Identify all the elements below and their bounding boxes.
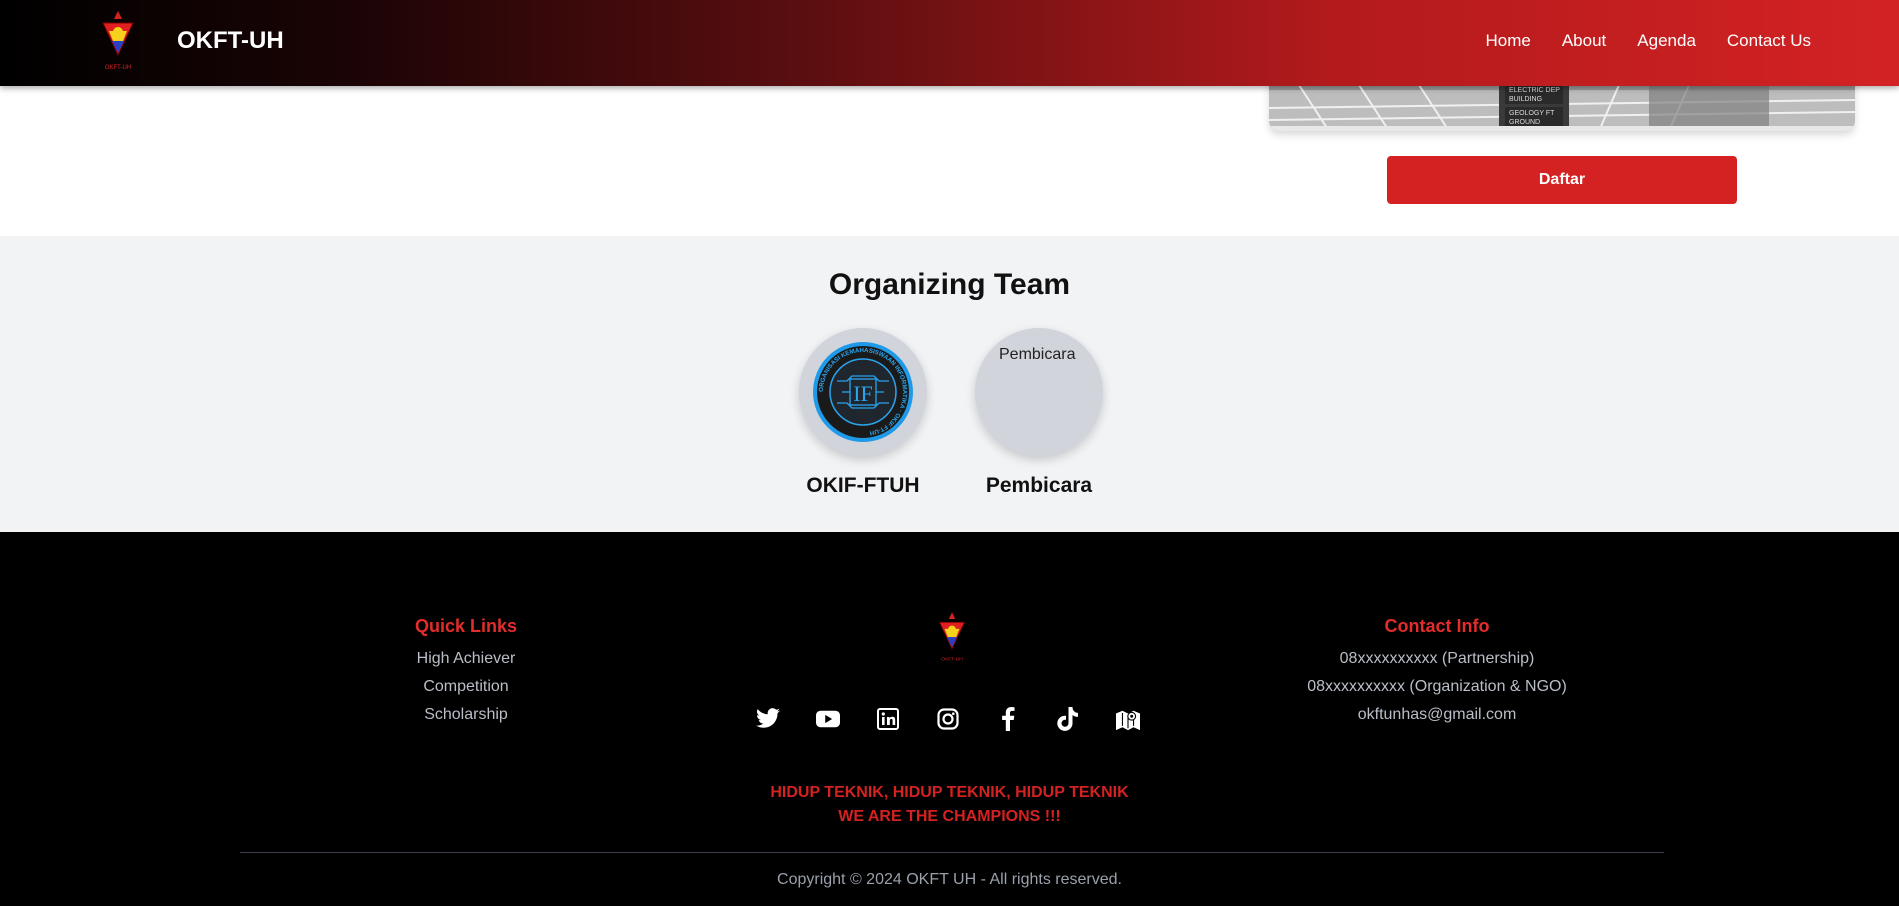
twitter-icon[interactable] xyxy=(756,707,780,731)
okif-avatar: ORGANISASI KEMAHASISWAAN INFORMATIKA · O… xyxy=(799,328,927,456)
site-footer: Quick Links High Achiever Competition Sc… xyxy=(0,532,1899,906)
organizing-team-section: Organizing Team ORGANISASI KEMAHASISWAAN… xyxy=(0,236,1899,532)
register-button[interactable]: Daftar xyxy=(1387,156,1737,204)
copyright: Copyright © 2024 OKFT UH - All rights re… xyxy=(777,871,1122,888)
nav-home[interactable]: Home xyxy=(1485,31,1530,51)
section-title: Organizing Team xyxy=(828,268,1071,301)
quick-links-list: High Achiever Competition Scholarship xyxy=(366,645,566,729)
svg-text:ELECTRIC DEP: ELECTRIC DEP xyxy=(1509,87,1560,94)
instagram-icon[interactable] xyxy=(936,707,960,731)
slogan-line-2: WE ARE THE CHAMPIONS !!! xyxy=(838,808,1061,825)
nav-contact-us[interactable]: Contact Us xyxy=(1727,31,1811,51)
slogan: HIDUP TEKNIK, HIDUP TEKNIK, HIDUP TEKNIK… xyxy=(0,781,1899,829)
broken-image-alt: Pembicara xyxy=(999,346,1076,363)
nav-about[interactable]: About xyxy=(1562,31,1606,51)
phone-partnership[interactable]: 08xxxxxxxxxx (Partnership) xyxy=(1237,645,1637,673)
team-member-okif[interactable]: ORGANISASI KEMAHASISWAAN INFORMATIKA · O… xyxy=(798,328,928,498)
linkedin-icon[interactable] xyxy=(876,707,900,731)
main-nav: Home About Agenda Contact Us xyxy=(1485,31,1811,51)
pembicara-avatar: Pembicara xyxy=(975,328,1103,456)
brand-name[interactable]: OKFT-UH xyxy=(177,27,284,55)
site-header: OKFT-UH OKFT-UH Home About Agenda Contac… xyxy=(0,0,1899,86)
contact-info-list: 08xxxxxxxxxx (Partnership) 08xxxxxxxxxx … xyxy=(1237,645,1637,729)
footer-logo: OKFT-UH xyxy=(933,612,971,664)
okft-logo[interactable]: OKFT-UH xyxy=(95,11,141,73)
team-member-pembicara[interactable]: Pembicara Pembicara xyxy=(974,328,1104,498)
footer-divider xyxy=(240,852,1664,853)
svg-text:IF: IF xyxy=(853,381,873,406)
facebook-icon[interactable] xyxy=(996,707,1020,731)
contact-email[interactable]: okftunhas@gmail.com xyxy=(1237,701,1637,729)
quick-link-scholarship[interactable]: Scholarship xyxy=(366,701,566,729)
tiktok-icon[interactable] xyxy=(1056,707,1080,731)
member-name: Pembicara xyxy=(985,474,1093,497)
svg-text:GEOLOGY FT: GEOLOGY FT xyxy=(1509,110,1555,117)
nav-agenda[interactable]: Agenda xyxy=(1637,31,1696,51)
quick-link-high-achiever[interactable]: High Achiever xyxy=(366,645,566,673)
quick-link-competition[interactable]: Competition xyxy=(366,673,566,701)
member-name: OKIF-FTUH xyxy=(806,474,920,497)
map-icon[interactable] xyxy=(1116,707,1140,731)
okif-emblem: ORGANISASI KEMAHASISWAAN INFORMATIKA · O… xyxy=(813,342,913,442)
svg-text:BUILDING: BUILDING xyxy=(1509,96,1542,103)
svg-text:GROUND: GROUND xyxy=(1509,119,1540,126)
svg-text:OKFT-UH: OKFT-UH xyxy=(105,65,131,71)
svg-text:OKFT-UH: OKFT-UH xyxy=(941,656,963,662)
contact-info-title: Contact Info xyxy=(1384,616,1490,636)
phone-organization[interactable]: 08xxxxxxxxxx (Organization & NGO) xyxy=(1237,673,1637,701)
youtube-icon[interactable] xyxy=(816,707,840,731)
slogan-line-1: HIDUP TEKNIK, HIDUP TEKNIK, HIDUP TEKNIK xyxy=(770,784,1129,801)
social-links xyxy=(756,707,1140,731)
quick-links-title: Quick Links xyxy=(414,616,518,636)
